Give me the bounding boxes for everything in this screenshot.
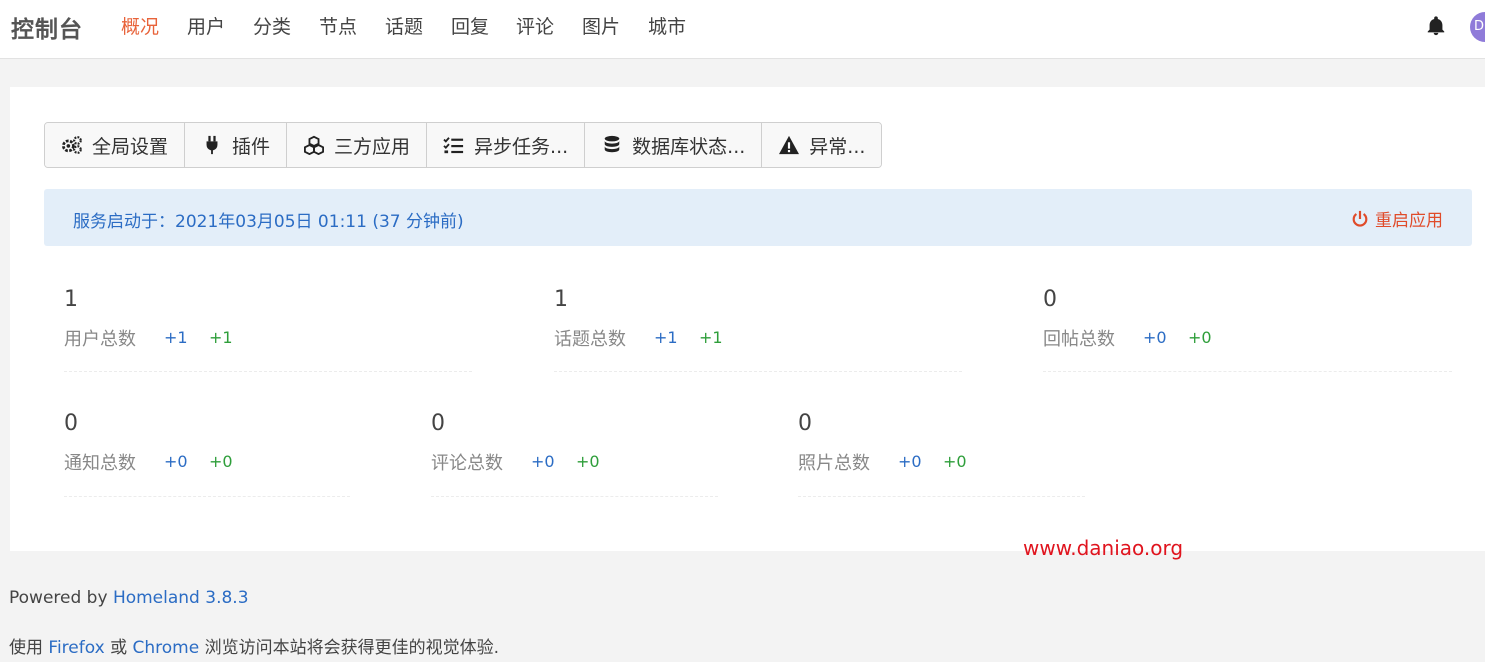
tasks-icon (443, 137, 464, 154)
plugins-button[interactable]: 插件 (185, 123, 288, 167)
nav-item-categories[interactable]: 分类 (253, 12, 291, 39)
brand-title[interactable]: 控制台 (11, 10, 83, 44)
third-party-apps-label: 三方应用 (334, 135, 411, 158)
server-status-alert: 服务启动于：2021年03月05日 01:11 (37 分钟前) 重启应用 (44, 189, 1472, 246)
stat-delta-blue: +1 (164, 328, 188, 347)
global-settings-label: 全局设置 (92, 135, 169, 158)
database-icon (604, 135, 620, 153)
footer-browser-hint: 使用 Firefox 或 Chrome 浏览访问本站将会获得更佳的视觉体验. (9, 633, 499, 658)
stat-value: 0 (1043, 287, 1057, 312)
gears-icon (62, 136, 82, 154)
nav-item-cities[interactable]: 城市 (648, 12, 686, 39)
stat-label: 照片总数 (798, 453, 870, 474)
stat-users: 1 用户总数 +1 +1 (64, 287, 472, 372)
async-tasks-label: 异步任务... (474, 135, 569, 158)
stat-delta-green: +0 (576, 452, 600, 471)
nav-item-nodes[interactable]: 节点 (319, 12, 357, 39)
stat-replies: 0 回帖总数 +0 +0 (1043, 287, 1452, 372)
avatar[interactable]: D (1470, 12, 1485, 42)
database-status-button[interactable]: 数据库状态... (585, 123, 763, 167)
nav-item-overview[interactable]: 概况 (121, 12, 159, 39)
stat-delta-green: +1 (699, 328, 723, 347)
stat-label: 话题总数 (554, 329, 626, 350)
global-settings-button[interactable]: 全局设置 (45, 123, 186, 167)
bell-icon[interactable] (1425, 15, 1447, 37)
async-tasks-button[interactable]: 异步任务... (427, 123, 586, 167)
footer-powered-by: Powered by Homeland 3.8.3 (9, 588, 249, 608)
stat-delta-green: +0 (1188, 328, 1212, 347)
stat-value: 1 (554, 287, 568, 312)
chrome-link[interactable]: Chrome (132, 638, 199, 658)
stat-delta-green: +0 (943, 452, 967, 471)
stat-label: 通知总数 (64, 453, 136, 474)
site-watermark: www.daniao.org (1023, 536, 1184, 560)
exceptions-label: 异常... (809, 135, 866, 158)
stat-delta-green: +0 (209, 452, 233, 471)
stat-delta-blue: +0 (1143, 328, 1167, 347)
warning-icon (779, 135, 800, 155)
server-start-time: 服务启动于：2021年03月05日 01:11 (37 分钟前) (73, 212, 464, 232)
nav-item-replies[interactable]: 回复 (451, 12, 489, 39)
nav-item-users[interactable]: 用户 (187, 12, 225, 39)
stat-delta-blue: +0 (164, 452, 188, 471)
stat-topics: 1 话题总数 +1 +1 (554, 287, 962, 372)
use-text: 使用 (9, 638, 43, 658)
stat-delta-blue: +1 (654, 328, 678, 347)
stat-notifications: 0 通知总数 +0 +0 (64, 411, 350, 497)
database-status-label: 数据库状态... (632, 135, 746, 158)
homeland-link[interactable]: Homeland 3.8.3 (113, 588, 249, 608)
stat-label: 评论总数 (431, 453, 503, 474)
stat-comments: 0 评论总数 +0 +0 (431, 411, 718, 497)
powered-by-text: Powered by (9, 588, 108, 608)
stat-delta-blue: +0 (531, 452, 555, 471)
cubes-icon (304, 135, 325, 155)
nav-item-photos[interactable]: 图片 (582, 12, 620, 39)
stat-delta-green: +1 (209, 328, 233, 347)
dashboard-card: 全局设置 插件 三方应用 异步任务... 数据库状态... 异常... 服务启动… (10, 87, 1485, 551)
stat-label: 用户总数 (64, 329, 136, 350)
stat-value: 0 (431, 411, 445, 436)
stat-delta-blue: +0 (898, 452, 922, 471)
stat-value: 0 (64, 411, 78, 436)
stat-value: 1 (64, 287, 78, 312)
plug-icon (206, 135, 218, 155)
admin-toolbar: 全局设置 插件 三方应用 异步任务... 数据库状态... 异常... (44, 122, 883, 168)
nav-item-comments[interactable]: 评论 (516, 12, 554, 39)
or-text: 或 (110, 638, 128, 658)
restart-app-label: 重启应用 (1375, 211, 1443, 231)
firefox-link[interactable]: Firefox (48, 638, 104, 658)
browser-hint-tail: 浏览访问本站将会获得更佳的视觉体验. (204, 638, 499, 658)
third-party-apps-button[interactable]: 三方应用 (287, 123, 428, 167)
restart-app-button[interactable]: 重启应用 (1351, 206, 1443, 231)
stat-label: 回帖总数 (1043, 329, 1115, 350)
plugins-label: 插件 (232, 135, 271, 158)
power-icon (1352, 210, 1368, 227)
nav-item-topics[interactable]: 话题 (385, 12, 423, 39)
stat-value: 0 (798, 411, 812, 436)
exceptions-button[interactable]: 异常... (762, 123, 882, 167)
stat-photos: 0 照片总数 +0 +0 (798, 411, 1085, 497)
top-navbar: 控制台 概况 用户 分类 节点 话题 回复 评论 图片 城市 D (0, 0, 1485, 59)
